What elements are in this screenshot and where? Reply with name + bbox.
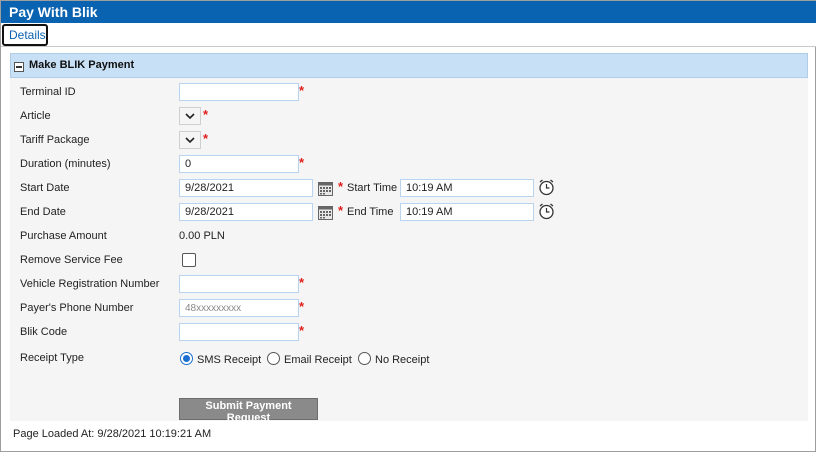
- chevron-down-icon: [185, 113, 195, 120]
- submit-payment-button[interactable]: Submit Payment Request: [179, 398, 318, 424]
- sms-receipt-radio[interactable]: [180, 352, 193, 365]
- remove-service-fee-checkbox[interactable]: [182, 253, 196, 267]
- required-marker: *: [299, 323, 305, 338]
- article-label: Article: [20, 110, 51, 122]
- required-marker: *: [299, 275, 305, 290]
- tab-strip: Details: [1, 23, 816, 47]
- purchase-amount-label: Purchase Amount: [20, 230, 107, 242]
- duration-label: Duration (minutes): [20, 158, 111, 170]
- required-marker: *: [338, 179, 344, 194]
- blik-code-input[interactable]: [179, 323, 299, 341]
- vehicle-registration-label: Vehicle Registration Number: [20, 278, 160, 290]
- collapse-icon[interactable]: [14, 62, 24, 72]
- clock-icon[interactable]: [538, 203, 555, 220]
- end-date-label: End Date: [20, 206, 66, 218]
- end-time-input[interactable]: [400, 203, 534, 221]
- tariff-package-select[interactable]: [179, 131, 201, 149]
- start-time-label: Start Time: [347, 182, 398, 194]
- payer-phone-label: Payer's Phone Number: [20, 302, 134, 314]
- chevron-down-icon: [185, 137, 195, 144]
- email-receipt-label[interactable]: Email Receipt: [284, 354, 352, 366]
- no-receipt-radio[interactable]: [358, 352, 371, 365]
- required-marker: *: [203, 131, 209, 146]
- start-date-label: Start Date: [20, 182, 70, 194]
- page-loaded-status: Page Loaded At: 9/28/2021 10:19:21 AM: [13, 428, 212, 440]
- panel-header: Make BLIK Payment: [10, 53, 808, 78]
- calendar-icon[interactable]: [318, 181, 333, 196]
- window-title: Pay With Blik: [1, 1, 816, 23]
- remove-service-fee-label: Remove Service Fee: [20, 254, 123, 266]
- start-time-input[interactable]: [400, 179, 534, 197]
- receipt-type-label: Receipt Type: [20, 352, 85, 364]
- start-date-input[interactable]: [179, 179, 313, 197]
- email-receipt-radio[interactable]: [267, 352, 280, 365]
- sms-receipt-label[interactable]: SMS Receipt: [197, 354, 261, 366]
- end-time-label: End Time: [347, 206, 394, 218]
- required-marker: *: [299, 83, 305, 98]
- terminal-id-label: Terminal ID: [20, 86, 76, 98]
- blik-code-label: Blik Code: [20, 326, 68, 338]
- window-frame: Pay With Blik Details Make BLIK Payment …: [0, 0, 816, 452]
- no-receipt-label[interactable]: No Receipt: [375, 354, 429, 366]
- required-marker: *: [299, 299, 305, 314]
- required-marker: *: [203, 107, 209, 122]
- purchase-amount-value: 0.00 PLN: [179, 230, 225, 242]
- required-marker: *: [299, 155, 305, 170]
- vehicle-registration-input[interactable]: [179, 275, 299, 293]
- calendar-icon[interactable]: [318, 205, 333, 220]
- panel-title: Make BLIK Payment: [29, 59, 135, 71]
- tariff-package-label: Tariff Package: [20, 134, 90, 146]
- terminal-id-input[interactable]: [179, 83, 299, 101]
- end-date-input[interactable]: [179, 203, 313, 221]
- required-marker: *: [338, 203, 344, 218]
- duration-input[interactable]: [179, 155, 299, 173]
- article-select[interactable]: [179, 107, 201, 125]
- payer-phone-input[interactable]: [179, 299, 299, 317]
- clock-icon[interactable]: [538, 179, 555, 196]
- tab-details[interactable]: Details: [2, 24, 48, 46]
